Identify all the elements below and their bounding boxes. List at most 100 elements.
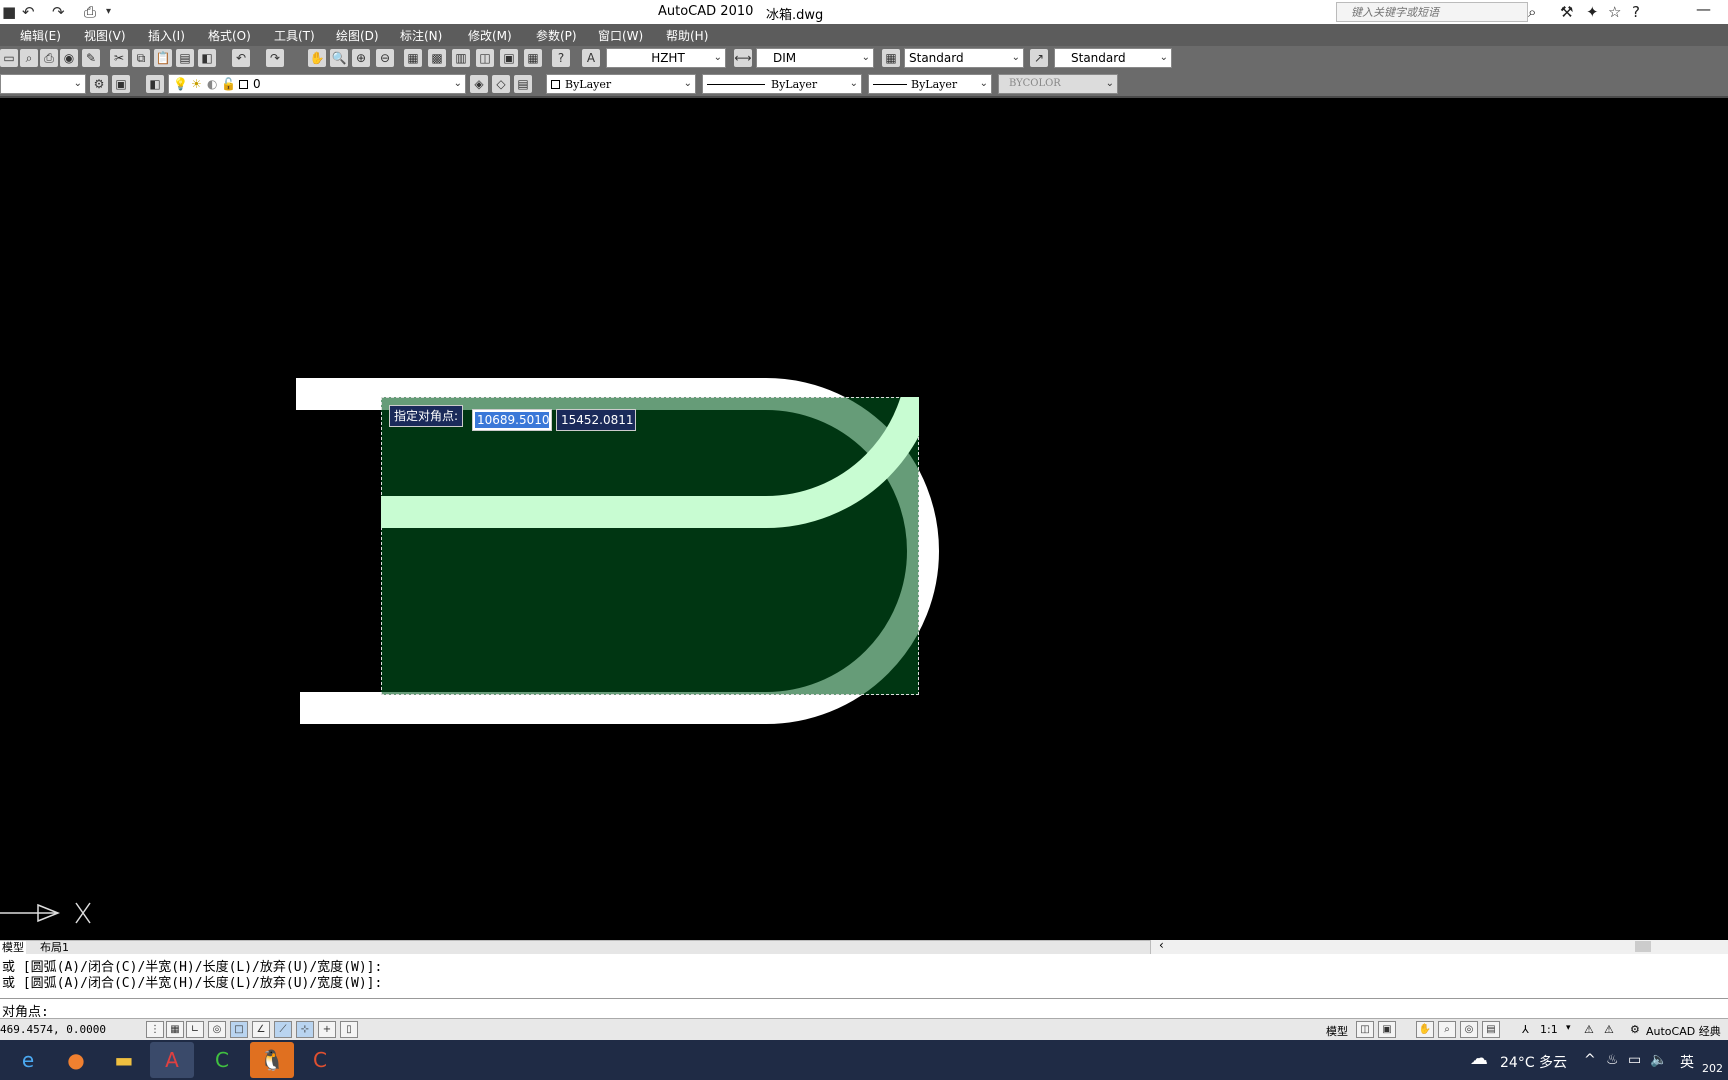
layer-previous-icon[interactable]: ◇ [492, 75, 510, 93]
text-style-select[interactable]: HZHT ⌄ [606, 48, 726, 68]
cut-icon[interactable]: ✂ [110, 49, 128, 67]
weather-text[interactable]: 24°C 多云 [1500, 1052, 1567, 1072]
linetype-select[interactable]: ByLayer ⌄ [702, 74, 862, 94]
showmotion-icon[interactable]: ▤ [1482, 1021, 1500, 1038]
copy-icon[interactable]: ⧉ [132, 49, 150, 67]
firefox-icon[interactable]: ● [54, 1042, 98, 1078]
block-editor-icon[interactable]: ◧ [198, 49, 216, 67]
layer-select[interactable]: 💡 ☀ ◐ 🔓 0 ⌄ [168, 74, 466, 94]
network-icon[interactable]: ▭ [1628, 1052, 1641, 1068]
object-snap-icon[interactable]: □ [230, 1021, 248, 1038]
annotation-scale-icon[interactable]: ⅄ [1522, 1023, 1529, 1036]
table-style-select[interactable]: Standard ⌄ [904, 48, 1024, 68]
internet-explorer-icon[interactable]: e [6, 1042, 50, 1078]
dim-style-icon[interactable]: ⟷ [734, 49, 752, 67]
multileader-style-select[interactable]: Standard ⌄ [1054, 48, 1172, 68]
plot-preview-icon[interactable]: ⌕ [20, 49, 38, 67]
chevron-down-icon[interactable]: ▾ [1566, 1023, 1571, 1033]
menu-modify[interactable]: 修改(M) [468, 27, 512, 44]
snap-mode-icon[interactable]: ⋮ [146, 1021, 164, 1038]
quick-properties-icon[interactable]: ▯ [340, 1021, 358, 1038]
match-properties-icon[interactable]: ▤ [176, 49, 194, 67]
model-space-label[interactable]: 模型 [1326, 1023, 1348, 1039]
text-style-icon[interactable]: A [582, 49, 600, 67]
multileader-style-icon[interactable]: ↗ [1030, 49, 1048, 67]
quick-access-dropdown-icon[interactable]: ▾ [106, 2, 111, 22]
color-select[interactable]: ByLayer ⌄ [546, 74, 696, 94]
save-workspace-icon[interactable]: ▣ [112, 75, 130, 93]
menu-dimension[interactable]: 标注(N) [400, 27, 442, 44]
auto-scale-icon[interactable]: ⚠ [1604, 1023, 1614, 1036]
tool-palettes-icon[interactable]: ▥ [452, 49, 470, 67]
sheet-set-icon[interactable]: ◫ [476, 49, 494, 67]
show-hidden-icons-chevron-icon[interactable]: ^ [1584, 1052, 1596, 1068]
dynamic-input-x-field[interactable]: 10689.5010 [472, 409, 552, 431]
dim-style-select[interactable]: DIM ⌄ [756, 48, 874, 68]
ducs-icon[interactable]: ⟋ [274, 1021, 292, 1038]
zoom-realtime-icon[interactable]: 🔍 [330, 49, 348, 67]
search-box[interactable] [1336, 2, 1528, 22]
design-center-icon[interactable]: ▩ [428, 49, 446, 67]
zoom-status-icon[interactable]: ⌕ [1438, 1021, 1456, 1038]
menu-help[interactable]: 帮助(H) [666, 27, 708, 44]
undo-icon[interactable]: ↶ [22, 2, 35, 22]
horizontal-scrollbar[interactable]: ‹ [1150, 938, 1728, 954]
open-icon[interactable]: ▭ [0, 49, 18, 67]
save-icon[interactable]: ■ [2, 2, 16, 22]
workspace-select[interactable]: ⌄ [0, 74, 86, 94]
volume-icon[interactable]: 🔈 [1650, 1052, 1667, 1068]
binoculars-icon[interactable]: ⌕ [1528, 3, 1536, 21]
3d-dwf-icon[interactable]: ◉ [60, 49, 78, 67]
table-style-icon[interactable]: ▦ [882, 49, 900, 67]
tray-app-icon[interactable]: ♨ [1606, 1052, 1619, 1068]
publish-icon[interactable]: ⎙ [40, 49, 58, 67]
menu-tools[interactable]: 工具(T) [274, 27, 315, 44]
steering-wheel-icon[interactable]: ◎ [1460, 1021, 1478, 1038]
menu-view[interactable]: 视图(V) [84, 27, 126, 44]
grid-display-icon[interactable]: ▦ [166, 1021, 184, 1038]
edit-icon[interactable]: ✎ [82, 49, 100, 67]
command-window[interactable]: 或 [圆弧(A)/闭合(C)/半宽(H)/长度(L)/放弃(U)/宽度(W)]:… [0, 954, 1728, 1020]
qq-icon[interactable]: 🐧 [250, 1042, 294, 1078]
file-explorer-icon[interactable]: ▬ [102, 1042, 146, 1078]
workspace-switch-icon[interactable]: ⚙ [1630, 1023, 1640, 1036]
pan-icon[interactable]: ✋ [308, 49, 326, 67]
redo-icon[interactable]: ↷ [52, 2, 65, 22]
redo-tool-icon[interactable]: ↷ [266, 49, 284, 67]
search-input[interactable] [1337, 3, 1507, 21]
quick-view-layouts-icon[interactable]: ◫ [1356, 1021, 1374, 1038]
workspace-label[interactable]: AutoCAD 经典 [1646, 1023, 1721, 1039]
scroll-left-icon[interactable]: ‹ [1159, 938, 1164, 952]
help-icon[interactable]: ? [1632, 3, 1640, 21]
favorites-star-icon[interactable]: ☆ [1608, 3, 1621, 21]
paste-icon[interactable]: 📋 [154, 49, 172, 67]
otrack-icon[interactable]: ∠ [252, 1021, 270, 1038]
lineweight-select[interactable]: ByLayer ⌄ [868, 74, 992, 94]
scroll-thumb[interactable] [1635, 941, 1651, 952]
menu-insert[interactable]: 插入(I) [148, 27, 185, 44]
markup-icon[interactable]: ▣ [500, 49, 518, 67]
calculator-icon[interactable]: ▦ [524, 49, 542, 67]
layer-state-icon[interactable]: ▤ [514, 75, 532, 93]
annotation-scale-label[interactable]: 1:1 [1540, 1023, 1558, 1036]
autocad-icon[interactable]: A [150, 1042, 194, 1078]
clock[interactable]: 202 [1702, 1062, 1723, 1075]
satellite-icon[interactable]: ✦ [1586, 3, 1599, 21]
menu-parametric[interactable]: 参数(P) [536, 27, 577, 44]
workspace-settings-icon[interactable]: ⚙ [90, 75, 108, 93]
dynamic-input-y-field[interactable]: 15452.0811 [556, 409, 636, 431]
tab-model[interactable]: 模型 [0, 941, 26, 954]
menu-window[interactable]: 窗口(W) [598, 27, 643, 44]
print-icon[interactable]: ⎙ [84, 2, 96, 22]
weather-cloud-icon[interactable]: ☁ [1470, 1048, 1488, 1069]
camtasia-red-icon[interactable]: C [298, 1042, 342, 1078]
tab-layout1[interactable]: 布局1 [38, 941, 71, 954]
camtasia-green-icon[interactable]: C [200, 1042, 244, 1078]
make-current-layer-icon[interactable]: ◈ [470, 75, 488, 93]
annotation-visibility-icon[interactable]: ⚠ [1584, 1023, 1594, 1036]
menu-draw[interactable]: 绘图(D) [336, 27, 379, 44]
ortho-mode-icon[interactable]: ∟ [186, 1021, 204, 1038]
properties-icon[interactable]: ▦ [404, 49, 422, 67]
layer-properties-icon[interactable]: ◧ [146, 75, 164, 93]
zoom-window-icon[interactable]: ⊕ [352, 49, 370, 67]
